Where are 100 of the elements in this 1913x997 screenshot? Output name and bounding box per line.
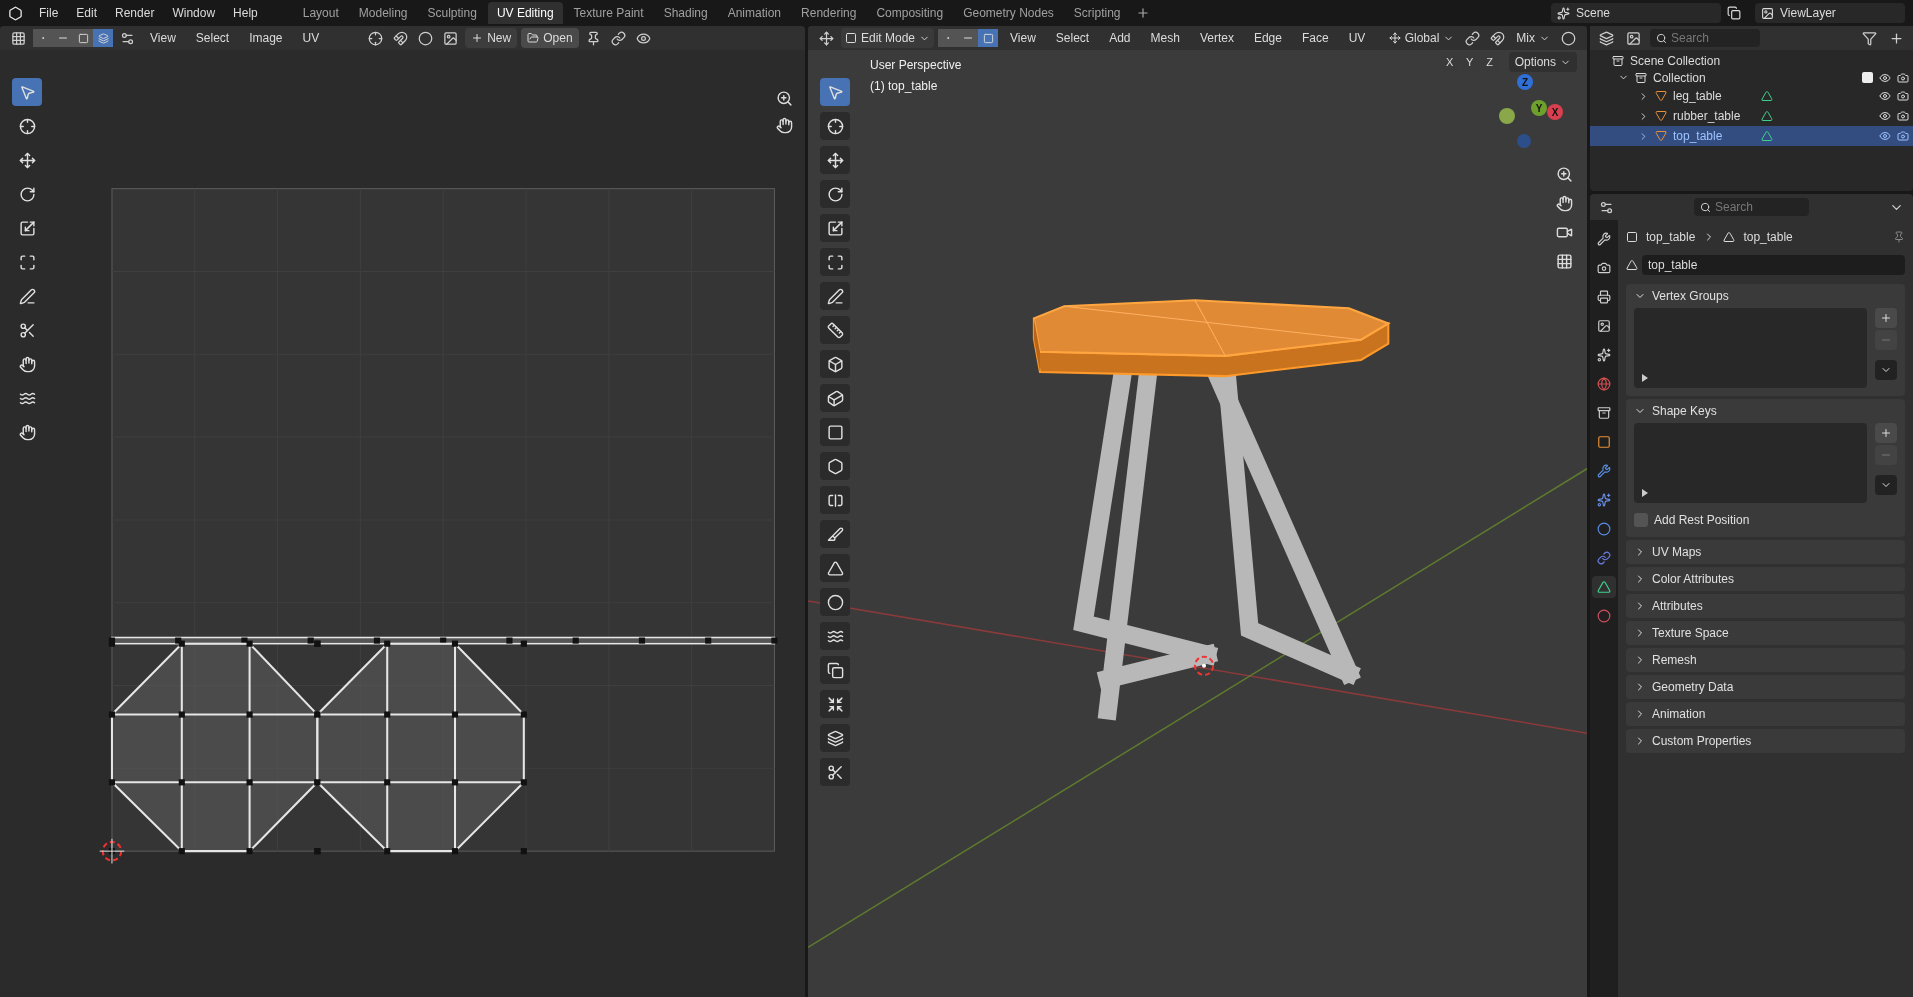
- menu-item[interactable]: Edge: [1245, 29, 1290, 47]
- panel-header[interactable]: Color Attributes: [1626, 567, 1905, 591]
- tool-button[interactable]: [820, 758, 850, 786]
- workspace-tab[interactable]: Geometry Nodes: [954, 2, 1063, 24]
- gizmo-axis[interactable]: Z: [1517, 74, 1533, 90]
- mesh-icon[interactable]: [1626, 259, 1638, 271]
- eye-icon[interactable]: [1879, 110, 1891, 122]
- workspace-tab[interactable]: UV Editing: [487, 2, 563, 24]
- grid-icon[interactable]: [1556, 253, 1573, 270]
- eye-icon[interactable]: [1879, 71, 1891, 84]
- outliner-row[interactable]: leg_table: [1590, 86, 1913, 106]
- tool-button[interactable]: [820, 724, 850, 752]
- mode-dropdown[interactable]: Edit Mode: [841, 28, 935, 48]
- hand-icon[interactable]: [1556, 195, 1573, 212]
- copy-icon[interactable]: [1727, 6, 1741, 20]
- open-image-button[interactable]: Open: [521, 28, 579, 48]
- tool-button[interactable]: [820, 316, 850, 344]
- properties-tab[interactable]: [1592, 576, 1616, 598]
- eye-icon[interactable]: [1879, 130, 1891, 142]
- tool-button[interactable]: [820, 214, 850, 242]
- menu-item[interactable]: View: [1002, 29, 1044, 47]
- mesh-name-field[interactable]: top_table: [1642, 255, 1905, 275]
- tool-button[interactable]: [820, 180, 850, 208]
- scene-selector[interactable]: Scene: [1551, 3, 1721, 23]
- tool-button[interactable]: [820, 384, 850, 412]
- pin-icon[interactable]: [1893, 231, 1905, 243]
- tool-button[interactable]: [820, 656, 850, 684]
- outliner-row[interactable]: rubber_table: [1590, 106, 1913, 126]
- panel-header[interactable]: Shape Keys: [1626, 399, 1905, 423]
- view-layer-selector[interactable]: ViewLayer: [1755, 3, 1905, 23]
- select-mode-button[interactable]: [73, 29, 93, 47]
- menu-item[interactable]: Face: [1293, 29, 1337, 47]
- panel-header[interactable]: Custom Properties: [1626, 729, 1905, 753]
- options-dropdown[interactable]: Options: [1508, 52, 1577, 72]
- menu-item[interactable]: Help: [225, 4, 266, 22]
- menu-item[interactable]: Window: [164, 4, 224, 22]
- menu-item[interactable]: Select: [187, 29, 238, 47]
- add-workspace-icon[interactable]: [1135, 6, 1150, 20]
- menu-item[interactable]: Add: [1101, 29, 1139, 47]
- menu-dropdown-button[interactable]: [1875, 360, 1897, 380]
- outliner-row[interactable]: Collection: [1590, 69, 1913, 86]
- snap-target-dropdown[interactable]: Mix: [1512, 28, 1554, 48]
- camera-icon[interactable]: [1897, 130, 1909, 142]
- checkbox[interactable]: [1862, 72, 1873, 83]
- menu-item[interactable]: Select: [1047, 29, 1098, 47]
- menu-item[interactable]: Vertex: [1191, 29, 1242, 47]
- menu-item[interactable]: UV: [294, 29, 328, 47]
- menu-item[interactable]: Mesh: [1142, 29, 1188, 47]
- panel-header[interactable]: Animation: [1626, 702, 1905, 726]
- workspace-tab[interactable]: Layout: [293, 2, 348, 24]
- hand-icon[interactable]: [776, 117, 793, 134]
- eye-icon[interactable]: [1879, 90, 1891, 102]
- tool-button[interactable]: [820, 418, 850, 446]
- tool-button[interactable]: [820, 520, 850, 548]
- tool-button[interactable]: [820, 146, 850, 174]
- panel-header[interactable]: Remesh: [1626, 648, 1905, 672]
- workspace-tab[interactable]: Texture Paint: [564, 2, 653, 24]
- gizmo-axis[interactable]: Y: [1531, 100, 1547, 116]
- gizmo-axis[interactable]: X: [1547, 104, 1563, 120]
- tool-button[interactable]: [820, 486, 850, 514]
- tool-button[interactable]: [820, 588, 850, 616]
- menu-item[interactable]: UV: [1340, 29, 1374, 47]
- mesh-icon[interactable]: [1761, 130, 1773, 142]
- workspace-tab[interactable]: Rendering: [792, 2, 866, 24]
- panel-header[interactable]: Attributes: [1626, 594, 1905, 618]
- outliner-row[interactable]: Scene Collection: [1590, 52, 1913, 69]
- camera-icon[interactable]: [1897, 90, 1909, 102]
- outliner-row[interactable]: top_table: [1590, 126, 1913, 146]
- tool-button[interactable]: [820, 452, 850, 480]
- add-button[interactable]: [1875, 308, 1897, 328]
- panel-header[interactable]: UV Maps: [1626, 540, 1905, 564]
- search-field[interactable]: Search: [1694, 198, 1809, 216]
- mesh-icon[interactable]: [1761, 90, 1773, 102]
- menu-dropdown-button[interactable]: [1875, 475, 1897, 495]
- menu-item[interactable]: View: [142, 29, 184, 47]
- mesh-icon[interactable]: [1761, 110, 1773, 122]
- workspace-tab[interactable]: Sculpting: [418, 2, 486, 24]
- tool-button[interactable]: [820, 248, 850, 276]
- menu-item[interactable]: Render: [107, 4, 163, 22]
- orientation-dropdown[interactable]: Global: [1384, 28, 1459, 48]
- navigation-gizmo[interactable]: Z Y X: [1487, 74, 1567, 154]
- tool-button[interactable]: [820, 690, 850, 718]
- tool-button[interactable]: [820, 282, 850, 310]
- tool-button[interactable]: [820, 350, 850, 378]
- workspace-tab[interactable]: Shading: [654, 2, 717, 24]
- zoom-icon[interactable]: [776, 90, 793, 107]
- panel-header[interactable]: Vertex Groups: [1626, 284, 1905, 308]
- tool-button[interactable]: [820, 622, 850, 650]
- panel-header[interactable]: Geometry Data: [1626, 675, 1905, 699]
- panel-header[interactable]: Texture Space: [1626, 621, 1905, 645]
- checkbox[interactable]: [1634, 513, 1648, 527]
- search-field[interactable]: Search: [1650, 29, 1760, 47]
- new-image-button[interactable]: New: [465, 28, 518, 48]
- select-mode-button[interactable]: [978, 29, 999, 47]
- menu-item[interactable]: File: [31, 4, 67, 22]
- menu-item[interactable]: Image: [241, 29, 291, 47]
- app-logo-icon[interactable]: [8, 5, 23, 21]
- workspace-tab[interactable]: Modeling: [349, 2, 417, 24]
- tool-button[interactable]: [820, 112, 850, 140]
- workspace-tab[interactable]: Animation: [718, 2, 791, 24]
